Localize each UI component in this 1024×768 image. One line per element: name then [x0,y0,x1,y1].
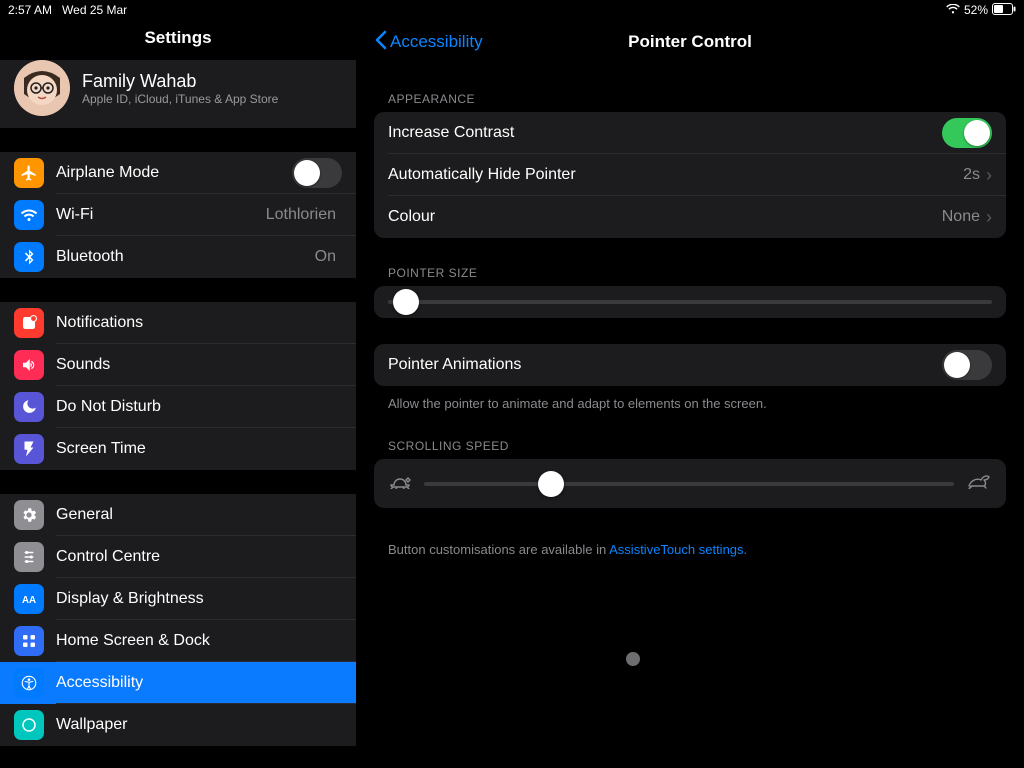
sidebar-item-homescreen[interactable]: Home Screen & Dock [0,620,356,662]
chevron-left-icon [374,30,388,55]
footer-text-a: Button customisations are available in [388,542,609,557]
pointer-anim-toggle[interactable] [942,350,992,380]
notifications-icon [14,308,44,338]
pointer-anim-label: Pointer Animations [388,356,942,374]
sidebar-item-screentime[interactable]: Screen Time [0,428,356,470]
display-icon: AA [14,584,44,614]
sounds-label: Sounds [56,356,342,374]
controlcentre-icon [14,542,44,572]
chevron-right-icon: › [986,165,992,186]
dnd-label: Do Not Disturb [56,398,342,416]
row-pointer-animations[interactable]: Pointer Animations [374,344,1006,386]
pointer-cursor [626,652,640,666]
increase-contrast-toggle[interactable] [942,118,992,148]
scroll-speed-slider[interactable] [424,482,954,486]
colour-label: Colour [388,208,942,226]
sidebar-title: Settings [0,20,356,60]
profile-section[interactable]: Family Wahab Apple ID, iCloud, iTunes & … [0,60,356,128]
battery-icon [992,3,1016,18]
homescreen-icon [14,626,44,656]
tortoise-icon [388,473,412,494]
accessibility-icon [14,668,44,698]
pointer-anim-footer: Allow the pointer to animate and adapt t… [388,396,992,411]
wifi-row-icon [14,200,44,230]
home-label: Home Screen & Dock [56,632,342,650]
appearance-header: APPEARANCE [388,92,1006,106]
bluetooth-icon [14,242,44,272]
assistivetouch-link[interactable]: AssistiveTouch settings. [609,542,747,557]
disp-label: Display & Brightness [56,590,342,608]
row-auto-hide[interactable]: Automatically Hide Pointer 2s › [374,154,1006,196]
status-date: Wed 25 Mar [62,3,127,17]
wall-label: Wallpaper [56,716,342,734]
pointer-size-slider[interactable] [388,300,992,304]
auto-hide-value: 2s [963,166,980,184]
button-custom-footer: Button customisations are available in A… [388,542,992,557]
gen-label: General [56,506,342,524]
sidebar: Settings Fa [0,20,356,768]
back-button[interactable]: Accessibility [374,30,483,55]
sidebar-item-general[interactable]: General [0,494,356,536]
detail-pane: Accessibility Pointer Control APPEARANCE… [356,20,1024,768]
sidebar-item-notifications[interactable]: Notifications [0,302,356,344]
dnd-icon [14,392,44,422]
stime-label: Screen Time [56,440,342,458]
bt-label: Bluetooth [56,248,315,266]
profile-sub: Apple ID, iCloud, iTunes & App Store [82,92,278,106]
airplane-label: Airplane Mode [56,164,292,182]
wifi-label: Wi-Fi [56,206,266,224]
battery-percent: 52% [964,3,988,17]
sidebar-item-airplane[interactable]: Airplane Mode [0,152,356,194]
row-increase-contrast[interactable]: Increase Contrast [374,112,1006,154]
sidebar-item-bluetooth[interactable]: Bluetooth On [0,236,356,278]
pointer-size-header: POINTER SIZE [388,266,1006,280]
acc-label: Accessibility [56,674,342,692]
sidebar-item-sounds[interactable]: Sounds [0,344,356,386]
chevron-right-icon: › [986,207,992,228]
svg-text:AA: AA [22,595,36,606]
airplane-toggle[interactable] [292,158,342,188]
wallpaper-icon [14,710,44,740]
sidebar-item-accessibility[interactable]: Accessibility [0,662,356,704]
sidebar-item-controlcentre[interactable]: Control Centre [0,536,356,578]
sidebar-item-wallpaper[interactable]: Wallpaper [0,704,356,746]
wifi-icon [946,3,960,17]
scroll-speed-header: SCROLLING SPEED [388,439,1006,453]
sidebar-item-wifi[interactable]: Wi-Fi Lothlorien [0,194,356,236]
screentime-icon [14,434,44,464]
profile-name: Family Wahab [82,71,278,92]
notif-label: Notifications [56,314,342,332]
back-label: Accessibility [390,32,483,52]
status-time: 2:57 AM [8,3,52,17]
sidebar-item-display[interactable]: AA Display & Brightness [0,578,356,620]
airplane-icon [14,158,44,188]
sounds-icon [14,350,44,380]
increase-contrast-label: Increase Contrast [388,124,942,142]
colour-value: None [942,208,980,226]
gear-icon [14,500,44,530]
cc-label: Control Centre [56,548,342,566]
row-colour[interactable]: Colour None › [374,196,1006,238]
status-bar: 2:57 AM Wed 25 Mar 52% [0,0,1024,20]
bt-value: On [315,248,336,266]
wifi-value: Lothlorien [266,206,336,224]
hare-icon [966,473,992,494]
sidebar-item-dnd[interactable]: Do Not Disturb [0,386,356,428]
auto-hide-label: Automatically Hide Pointer [388,166,963,184]
avatar [14,60,70,116]
